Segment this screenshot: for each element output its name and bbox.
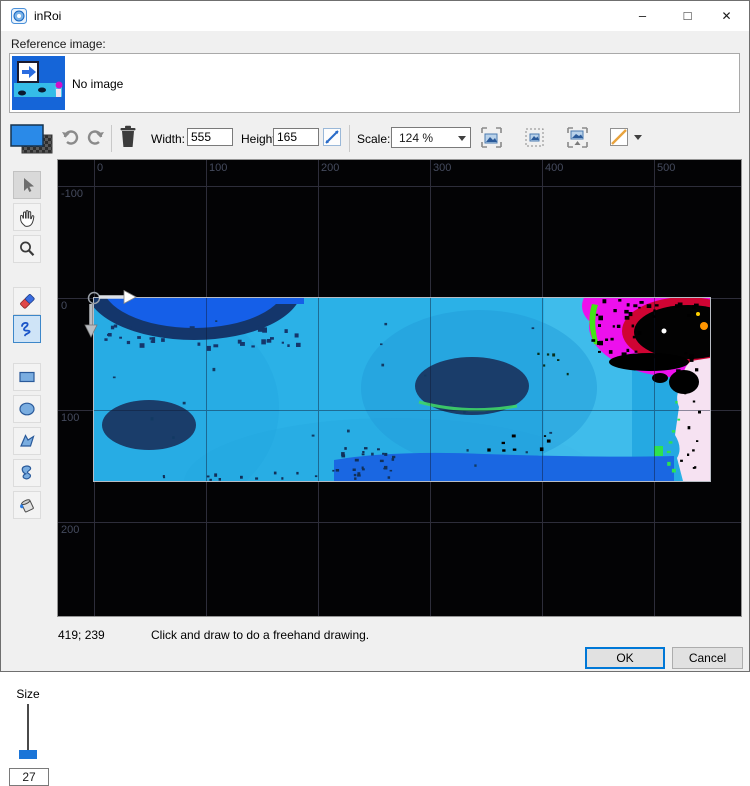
ruler-y-label: 100 xyxy=(61,412,80,424)
fill-tool-button[interactable] xyxy=(13,491,41,519)
color-swatch[interactable] xyxy=(9,123,55,155)
freeform-shape-icon xyxy=(21,465,32,480)
ruler-y-label: 0 xyxy=(61,300,68,312)
zoom-fit-width-button[interactable] xyxy=(567,127,588,148)
zoom-actual-size-button[interactable] xyxy=(524,127,545,148)
scale-value: 124 % xyxy=(399,131,434,145)
zoom-fit-button[interactable] xyxy=(481,127,502,148)
origin-handle-icon xyxy=(87,291,101,305)
rectangle-icon xyxy=(19,371,35,383)
drawing-canvas[interactable]: 0 100 200 300 400 500 -100 0 100 200 xyxy=(57,159,742,617)
hand-icon xyxy=(20,210,35,227)
tool-panel: Size 27 xyxy=(1,159,56,786)
cursor-arrow-icon xyxy=(24,178,34,192)
resize-image-button[interactable] xyxy=(323,128,341,146)
redo-button[interactable] xyxy=(85,128,105,146)
width-label: Width: xyxy=(151,132,186,146)
ruler-x-label: 100 xyxy=(209,162,228,174)
brush-size-label: Size xyxy=(16,687,40,701)
reference-image-box[interactable]: No image xyxy=(9,53,740,113)
freehand-tool-button[interactable] xyxy=(13,315,41,343)
polygon-icon xyxy=(20,434,35,447)
size-value-box: 27 xyxy=(9,768,49,786)
ruler-x-label: 0 xyxy=(97,162,104,174)
eraser-tool-button[interactable] xyxy=(13,287,41,315)
scale-combobox[interactable]: 124 % xyxy=(391,127,471,148)
close-button[interactable]: ✕ xyxy=(704,1,749,31)
size-slider-thumb[interactable] xyxy=(19,750,37,759)
ruler-y-label: -100 xyxy=(61,188,84,200)
cancel-button[interactable]: Cancel xyxy=(672,647,743,669)
rectangle-tool-button[interactable] xyxy=(13,363,41,391)
size-slider-track[interactable] xyxy=(27,704,29,756)
cursor-coordinates: 419; 239 xyxy=(58,628,105,642)
ruler-x-label: 500 xyxy=(657,162,676,174)
ok-button[interactable]: OK xyxy=(585,647,665,669)
paint-bucket-icon xyxy=(20,499,34,513)
zoom-tool-button[interactable] xyxy=(13,235,41,263)
minimize-button[interactable]: – xyxy=(620,1,665,31)
origin-axis-marker[interactable] xyxy=(74,284,154,359)
status-hint: Click and draw to do a freehand drawing. xyxy=(151,628,370,642)
ruler-x-label: 300 xyxy=(433,162,452,174)
magnifier-icon xyxy=(20,241,35,256)
polygon-tool-button[interactable] xyxy=(13,427,41,455)
ruler-x-label: 200 xyxy=(321,162,340,174)
height-input[interactable] xyxy=(273,128,319,146)
freehand-scribble-icon xyxy=(21,321,31,337)
reference-thumbnail[interactable] xyxy=(12,56,65,110)
undo-button[interactable] xyxy=(61,128,81,146)
no-color-button[interactable] xyxy=(610,128,628,146)
chevron-down-icon xyxy=(458,136,466,141)
window-title: inRoi xyxy=(34,9,62,23)
reference-status-text: No image xyxy=(72,77,124,91)
titlebar: inRoi – □ ✕ xyxy=(1,1,749,31)
ellipse-icon xyxy=(19,402,35,416)
edited-image[interactable] xyxy=(93,297,711,482)
delete-button[interactable] xyxy=(119,125,137,149)
app-icon xyxy=(11,8,27,24)
ruler-y-label: 200 xyxy=(61,524,80,536)
pan-tool-button[interactable] xyxy=(13,203,41,231)
lasso-tool-button[interactable] xyxy=(13,459,41,487)
canvas-toolbar: Width: Height: Scale: 124 % xyxy=(1,119,749,159)
foreground-color-swatch xyxy=(10,124,44,147)
width-input[interactable] xyxy=(187,128,233,146)
ellipse-tool-button[interactable] xyxy=(13,395,41,423)
select-tool-button[interactable] xyxy=(13,171,41,199)
eraser-icon xyxy=(20,294,35,309)
reference-image-label: Reference image: xyxy=(11,37,106,51)
inroi-dialog: inRoi – □ ✕ Reference image: No image Wi… xyxy=(0,0,750,786)
ruler-x-label: 400 xyxy=(545,162,564,174)
no-color-dropdown-icon[interactable] xyxy=(634,135,642,140)
scale-label: Scale: xyxy=(357,132,391,146)
